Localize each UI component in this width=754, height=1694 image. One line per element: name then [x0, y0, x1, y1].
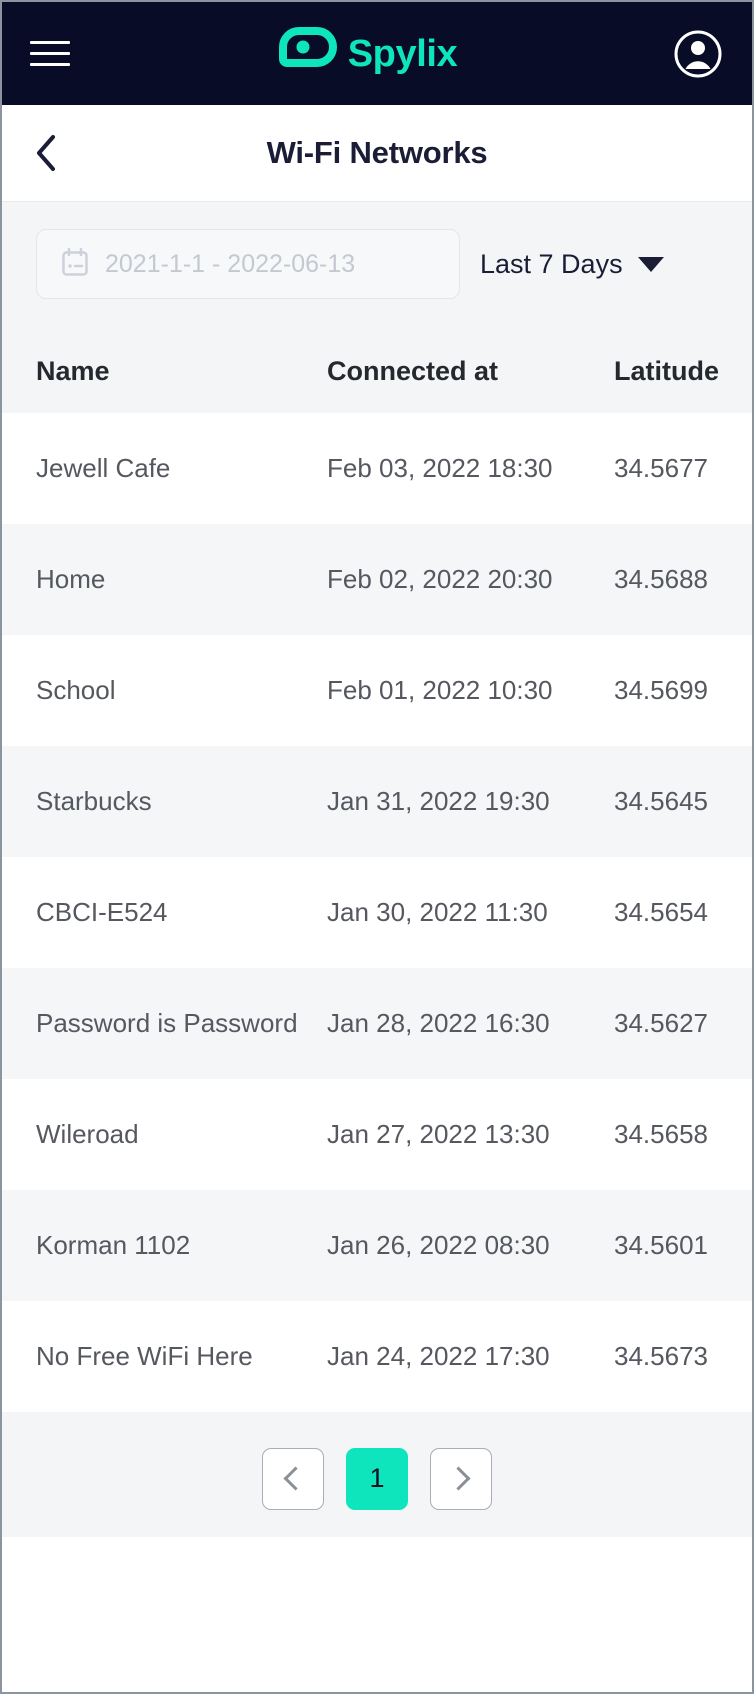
- cell-name: Korman 1102: [36, 1229, 191, 1260]
- cell-latitude: 34.5601: [614, 1229, 708, 1260]
- cell-name: Wileroad: [36, 1118, 139, 1149]
- hamburger-bar: [30, 52, 70, 55]
- back-button[interactable]: [24, 131, 68, 175]
- table-body: Jewell Cafe Feb 03, 2022 18:30 34.5677 Home…: [2, 413, 752, 1412]
- cell-name: Jewell Cafe: [36, 452, 171, 483]
- pagination-page-1[interactable]: 1: [346, 1447, 408, 1510]
- column-header-connected-at[interactable]: Connected at: [327, 356, 614, 387]
- hamburger-bar: [30, 41, 70, 44]
- date-range-input[interactable]: 2021-1-1 - 2022-06-13: [36, 229, 460, 299]
- cell-name: No Free WiFi Here: [36, 1340, 253, 1371]
- cell-latitude: 34.5688: [614, 563, 708, 594]
- table-row[interactable]: Korman 1102 Jan 26, 2022 08:30 34.5601: [2, 1190, 752, 1301]
- calendar-icon: [61, 247, 89, 282]
- brand-logo[interactable]: Spylix: [278, 27, 458, 80]
- wifi-networks-table: Name Connected at Latitude Jewell Cafe Fe…: [2, 329, 752, 1412]
- pagination-next-button[interactable]: [430, 1447, 492, 1510]
- cell-name: Starbucks: [36, 785, 152, 816]
- table-row[interactable]: Jewell Cafe Feb 03, 2022 18:30 34.5677: [2, 413, 752, 524]
- table-row[interactable]: School Feb 01, 2022 10:30 34.5699: [2, 635, 752, 746]
- page-title: Wi-Fi Networks: [266, 135, 488, 170]
- table-row[interactable]: No Free WiFi Here Jan 24, 2022 17:30 34.56…: [2, 1301, 752, 1412]
- date-range-placeholder: 2021-1-1 - 2022-06-13: [105, 249, 356, 278]
- cell-name: School: [36, 674, 116, 705]
- column-header-name[interactable]: Name: [36, 356, 327, 387]
- cell-latitude: 34.5654: [614, 896, 708, 927]
- range-preset-label: Last 7 Days: [480, 248, 623, 279]
- cell-name: Password is Password: [36, 1007, 298, 1038]
- user-account-icon[interactable]: [672, 28, 724, 80]
- table-row[interactable]: Home Feb 02, 2022 20:30 34.5688: [2, 524, 752, 635]
- cell-connected-at: Feb 03, 2022 18:30: [327, 452, 553, 483]
- app-window: Spylix Wi-Fi Networks 2021-1-1 - 2022-06…: [0, 0, 754, 1694]
- cell-connected-at: Jan 24, 2022 17:30: [327, 1340, 550, 1371]
- table-header-row: Name Connected at Latitude: [2, 329, 752, 413]
- cell-connected-at: Jan 30, 2022 11:30: [327, 896, 548, 927]
- cell-latitude: 34.5673: [614, 1340, 708, 1371]
- page-titlebar: Wi-Fi Networks: [2, 105, 752, 202]
- app-header: Spylix: [2, 2, 752, 105]
- brand-name: Spylix: [347, 32, 458, 75]
- table-bottom-spacer: [2, 1412, 752, 1420]
- chevron-right-icon: [446, 1466, 471, 1491]
- chevron-left-icon: [283, 1466, 308, 1491]
- cell-latitude: 34.5699: [614, 674, 708, 705]
- pagination: 1: [2, 1420, 752, 1537]
- hamburger-menu-icon[interactable]: [28, 31, 74, 77]
- cell-latitude: 34.5627: [614, 1007, 708, 1038]
- table-row[interactable]: Wileroad Jan 27, 2022 13:30 34.5658: [2, 1079, 752, 1190]
- table-row[interactable]: CBCI-E524 Jan 30, 2022 11:30 34.5654: [2, 857, 752, 968]
- table-row[interactable]: Starbucks Jan 31, 2022 19:30 34.5645: [2, 746, 752, 857]
- column-header-latitude[interactable]: Latitude: [614, 356, 719, 387]
- range-preset-select[interactable]: Last 7 Days: [480, 249, 664, 280]
- cell-connected-at: Feb 02, 2022 20:30: [327, 563, 553, 594]
- cell-name: Home: [36, 563, 106, 594]
- cell-connected-at: Jan 28, 2022 16:30: [327, 1007, 550, 1038]
- pagination-prev-button[interactable]: [262, 1447, 324, 1510]
- spylix-eye-logo-icon: [278, 27, 337, 80]
- cell-name: CBCI-E524: [36, 896, 168, 927]
- cell-connected-at: Feb 01, 2022 10:30: [327, 674, 553, 705]
- cell-latitude: 34.5645: [614, 785, 708, 816]
- cell-latitude: 34.5677: [614, 452, 708, 483]
- table-row[interactable]: Password is Password Jan 28, 2022 16:30 34…: [2, 968, 752, 1079]
- caret-down-icon: [637, 256, 664, 272]
- cell-connected-at: Jan 27, 2022 13:30: [327, 1118, 550, 1149]
- hamburger-bar: [30, 63, 70, 66]
- cell-connected-at: Jan 26, 2022 08:30: [327, 1229, 550, 1260]
- cell-latitude: 34.5658: [614, 1118, 708, 1149]
- filter-bar: 2021-1-1 - 2022-06-13 Last 7 Days: [2, 202, 752, 329]
- cell-connected-at: Jan 31, 2022 19:30: [327, 785, 550, 816]
